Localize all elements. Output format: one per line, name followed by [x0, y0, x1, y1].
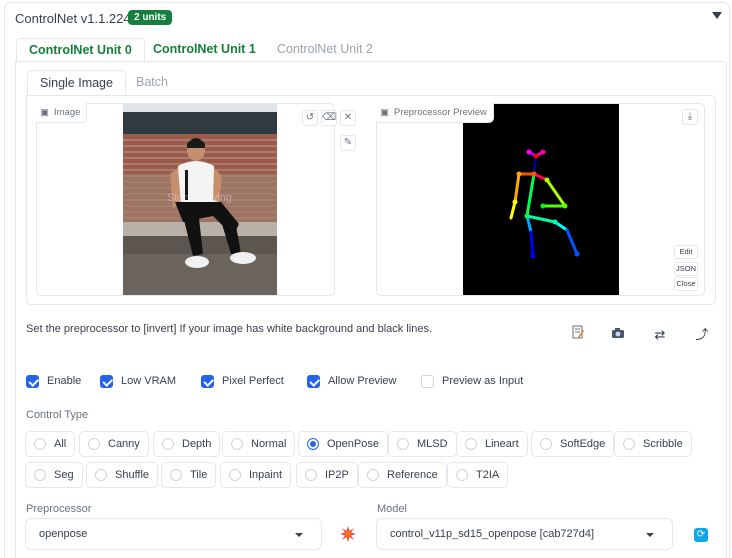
model-select[interactable]: control_v11p_sd15_openpose [cab727d4] — [376, 518, 673, 550]
pose-skeleton-image — [463, 104, 619, 295]
radio-circle[interactable] — [540, 438, 552, 450]
tab-unit-0[interactable]: ControlNet Unit 0 — [16, 38, 145, 62]
radio-depth[interactable]: Depth — [153, 431, 221, 457]
radio-circle[interactable] — [88, 438, 100, 450]
checkbox-low-vram[interactable]: Low VRAM — [100, 373, 176, 389]
radio-circle[interactable] — [456, 469, 468, 481]
radio-circle[interactable] — [305, 469, 317, 481]
camera-icon[interactable] — [606, 324, 630, 346]
preprocessor-preview-canvas — [376, 103, 705, 296]
swap-arrows-icon[interactable]: ⇄ — [648, 324, 672, 346]
control-type-label: Control Type — [26, 409, 89, 421]
checkbox-preview-as-input[interactable]: Preview as Input — [421, 373, 523, 389]
model-label: Model — [377, 503, 407, 515]
refresh-icon[interactable]: ⟳ — [694, 528, 708, 542]
checkbox-preview-as-input-box[interactable] — [421, 374, 434, 388]
radio-softedge[interactable]: SoftEdge — [531, 431, 615, 457]
tab-single-image[interactable]: Single Image — [27, 70, 126, 96]
tab-unit-2[interactable]: ControlNet Unit 2 — [265, 38, 385, 62]
radio-circle[interactable] — [162, 438, 174, 450]
checkbox-low-vram-box[interactable] — [100, 374, 113, 388]
checkbox-pixel-perfect-box[interactable] — [201, 374, 214, 388]
collapse-arrow-icon[interactable] — [712, 12, 722, 19]
edit-button[interactable]: Edit — [674, 245, 698, 259]
image-icon: ▣ — [40, 107, 49, 118]
radio-lineart[interactable]: Lineart — [456, 431, 528, 457]
checkbox-enable[interactable]: Enable — [26, 373, 81, 389]
radio-reference[interactable]: Reference — [358, 462, 447, 488]
radio-circle[interactable] — [34, 469, 46, 481]
radio-all[interactable]: All — [25, 431, 76, 457]
checkbox-allow-preview-box[interactable] — [307, 374, 320, 388]
radio-circle[interactable] — [229, 469, 241, 481]
radio-shuffle[interactable]: Shuffle — [86, 462, 159, 488]
radio-circle-selected[interactable] — [307, 438, 319, 450]
json-button[interactable]: JSON — [674, 262, 698, 276]
edit-document-icon[interactable] — [566, 324, 590, 346]
radio-circle[interactable] — [465, 438, 477, 450]
radio-ip2p[interactable]: IP2P — [296, 462, 358, 488]
radio-normal[interactable]: Normal — [222, 431, 296, 457]
panel-title[interactable]: ControlNet v1.1.224 — [15, 11, 131, 26]
radio-circle[interactable] — [231, 438, 243, 450]
checkbox-enable-box[interactable] — [26, 374, 39, 388]
radio-mlsd[interactable]: MLSD — [388, 431, 457, 457]
units-badge: 2 units — [128, 10, 173, 25]
tab-unit-1[interactable]: ControlNet Unit 1 — [141, 38, 268, 62]
image-overlay-text: Start drawing — [167, 192, 232, 204]
undo-icon[interactable]: ↺ — [302, 110, 318, 126]
preprocessor-select[interactable]: openpose — [25, 518, 322, 550]
image-box-label: ▣ Image — [36, 103, 88, 123]
preprocessor-label: Preprocessor — [26, 503, 92, 515]
radio-circle[interactable] — [367, 469, 379, 481]
preview-box-label: ▣ Preprocessor Preview — [376, 103, 494, 123]
close-button[interactable]: Close — [674, 277, 698, 291]
brush-icon[interactable]: ✎ — [340, 135, 356, 151]
image-input-canvas[interactable]: Start drawing — [36, 103, 335, 296]
radio-circle[interactable] — [397, 438, 409, 450]
radio-canny[interactable]: Canny — [79, 431, 149, 457]
invert-hint-text: Set the preprocessor to [invert] If your… — [26, 323, 432, 335]
radio-circle[interactable] — [623, 438, 635, 450]
radio-t2ia[interactable]: T2IA — [447, 462, 509, 488]
radio-circle[interactable] — [34, 438, 46, 450]
checkbox-pixel-perfect[interactable]: Pixel Perfect — [201, 373, 284, 389]
run-preprocessor-explosion-icon[interactable] — [340, 526, 356, 545]
radio-openpose[interactable]: OpenPose — [298, 431, 388, 457]
chevron-down-icon — [295, 533, 303, 537]
radio-circle[interactable] — [95, 469, 107, 481]
download-icon[interactable]: ⤓ — [682, 109, 698, 125]
radio-tile[interactable]: Tile — [161, 462, 217, 488]
radio-circle[interactable] — [170, 469, 182, 481]
chevron-down-icon — [646, 533, 654, 537]
radio-inpaint[interactable]: Inpaint — [220, 462, 292, 488]
tab-batch[interactable]: Batch — [124, 70, 180, 96]
send-arrow-icon[interactable]: ⤴ — [690, 324, 714, 346]
radio-seg[interactable]: Seg — [25, 462, 83, 488]
image-icon: ▣ — [380, 107, 389, 118]
radio-scribble[interactable]: Scribble — [614, 431, 692, 457]
close-icon[interactable]: ✕ — [340, 110, 356, 126]
checkbox-allow-preview[interactable]: Allow Preview — [307, 373, 396, 389]
eraser-icon[interactable]: ⌫ — [321, 110, 337, 126]
